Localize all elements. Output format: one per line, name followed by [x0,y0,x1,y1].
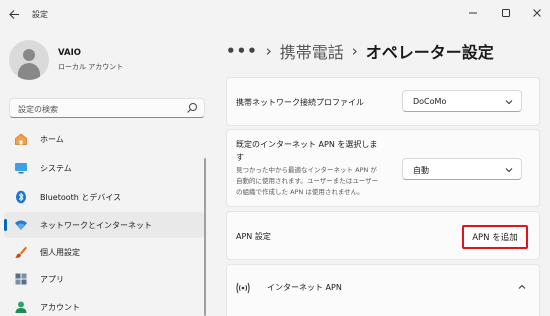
home-icon [14,132,28,146]
close-button[interactable] [527,4,547,22]
profile-setting-card: 携帯ネットワーク接続プロファイル DoCoMo [226,77,540,126]
chevron-down-icon [505,168,513,173]
sidebar-item-bluetooth[interactable]: Bluetooth とデバイス [4,184,204,210]
chevron-down-icon [505,100,513,105]
brush-icon [14,245,28,259]
chevron-right-icon: › [351,42,358,60]
default-apn-label-line1: 既定のインターネット APN を選択しま [236,140,378,149]
internet-apn-label: インターネット APN [267,283,342,292]
search-input[interactable]: 設定の検索 [9,98,205,118]
profile-label: 携帯ネットワーク接続プロファイル [236,98,364,107]
avatar[interactable] [9,40,49,80]
internet-apn-card[interactable]: インターネット APN [226,264,540,316]
sidebar-item-personalization[interactable]: 個人用設定 [4,239,204,265]
apps-icon [14,272,28,286]
breadcrumb-more-button[interactable]: ••• [226,42,258,60]
sidebar-item-label: アカウント [40,303,80,312]
sidebar-item-apps[interactable]: アプリ [4,266,204,292]
default-apn-desc-line1: 見つかった中から最適なインターネット APN が [236,166,377,174]
sidebar-scrollbar[interactable] [204,158,206,316]
minimize-button[interactable] [463,4,483,22]
close-icon [533,9,541,17]
page-title: オペレーター設定 [365,43,494,62]
title-bar: 設定 [0,0,550,30]
add-apn-button[interactable]: APN を追加 [462,225,528,249]
sidebar-item-label: 個人用設定 [40,248,80,257]
profile-dropdown[interactable]: DoCoMo [402,90,522,112]
antenna-icon [236,282,250,294]
minimize-icon [469,12,477,14]
default-apn-card: 既定のインターネット APN を選択しま す 見つかった中から最適なインターネッ… [226,129,540,207]
sidebar-item-label: ネットワークとインターネット [40,221,152,230]
back-button[interactable] [4,4,24,24]
search-placeholder: 設定の検索 [18,105,58,114]
chevron-up-icon[interactable] [517,282,527,292]
user-name: VAIO [58,48,81,58]
wifi-icon [14,218,28,232]
default-apn-dropdown[interactable]: 自動 [402,158,522,180]
default-apn-desc-line3: の組織で作成した APN は使用されません。 [236,188,364,196]
sidebar-item-system[interactable]: システム [4,155,204,181]
sidebar-item-label: ホーム [40,135,64,144]
default-apn-desc-line2: 自動的に使用されます。ユーザーまたはユーザー [236,177,379,185]
search-icon [187,103,197,113]
sidebar-item-network[interactable]: ネットワークとインターネット [4,212,204,238]
default-apn-label-line2: す [236,153,244,162]
apn-settings-label: APN 設定 [236,232,271,241]
account-icon [14,300,28,314]
system-icon [14,161,28,175]
account-type: ローカル アカウント [58,63,124,71]
breadcrumb: ••• › 携帯電話 › オペレーター設定 [226,38,494,64]
default-apn-value: 自動 [413,166,429,175]
breadcrumb-item-cellular[interactable]: 携帯電話 [280,39,344,63]
maximize-button[interactable] [496,4,516,22]
chevron-right-icon: › [265,42,272,60]
sidebar-item-label: アプリ [40,275,64,284]
selection-indicator [4,219,7,231]
sidebar-item-label: Bluetooth とデバイス [40,193,122,202]
bluetooth-icon [14,190,28,204]
arrow-left-icon [8,9,19,19]
sidebar-item-label: システム [40,164,72,173]
sidebar-item-home[interactable]: ホーム [4,126,204,152]
maximize-icon [502,9,510,17]
sidebar-item-accounts[interactable]: アカウント [4,294,204,316]
profile-value: DoCoMo [413,97,447,106]
app-title: 設定 [32,10,48,19]
